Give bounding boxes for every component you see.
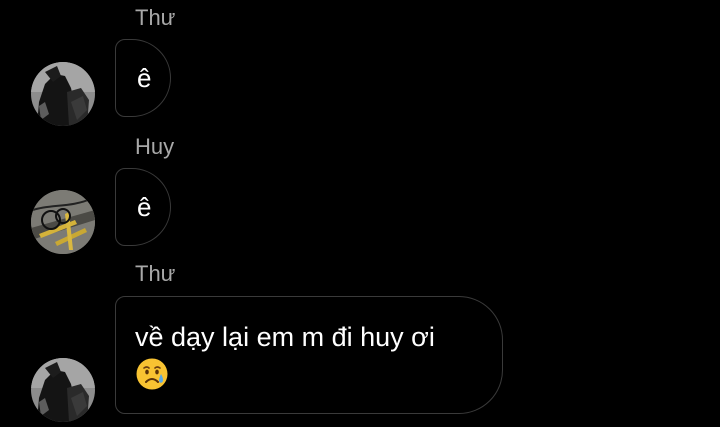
message-text: ê <box>137 191 152 222</box>
message-bubble[interactable]: về dạy lại em m đi huy ơi <box>115 296 503 414</box>
avatar-huy[interactable] <box>31 190 95 254</box>
avatar-thu-image <box>31 62 95 126</box>
avatar-huy-image <box>31 190 95 254</box>
sender-name: Thư <box>135 5 176 30</box>
sad-but-relieved-face-emoji <box>135 357 169 391</box>
message-bubble[interactable]: ê <box>115 39 171 117</box>
message-text: ê <box>137 62 152 93</box>
sender-name: Huy <box>135 134 175 159</box>
message-bubble[interactable]: ê <box>115 168 171 246</box>
sender-name: Thư <box>135 261 176 286</box>
avatar-thu[interactable] <box>31 358 95 422</box>
message-text: về dạy lại em m đi huy ơi <box>135 322 435 352</box>
avatar-thu-image <box>31 358 95 422</box>
avatar-thu[interactable] <box>31 62 95 126</box>
